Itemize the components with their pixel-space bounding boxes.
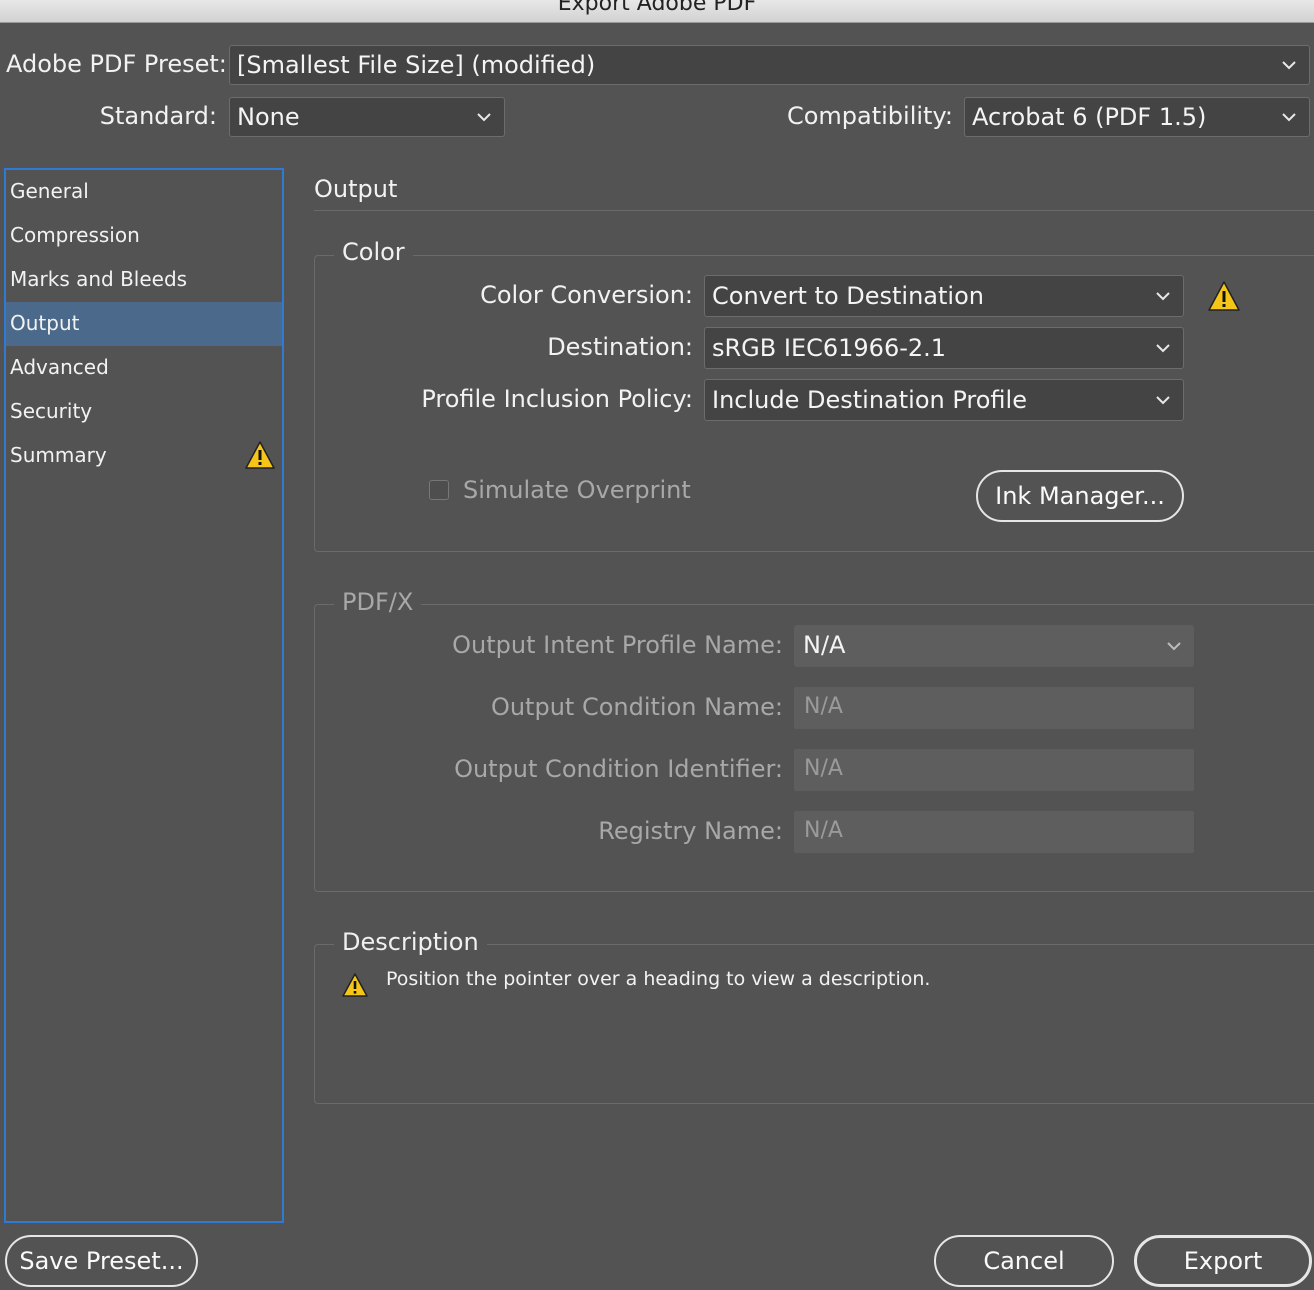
- title-divider: [314, 210, 1314, 211]
- ink-manager-button[interactable]: Ink Manager...: [976, 470, 1184, 522]
- destination-value: sRGB IEC61966-2.1: [712, 334, 947, 362]
- warning-icon: [1208, 281, 1240, 311]
- color-conversion-select[interactable]: Convert to Destination: [704, 275, 1184, 317]
- preset-value: [Smallest File Size] (modified): [237, 51, 596, 79]
- chevron-down-icon: [1282, 113, 1296, 122]
- cancel-button[interactable]: Cancel: [934, 1235, 1114, 1287]
- intent-profile-label: Output Intent Profile Name:: [452, 631, 783, 659]
- sidebar-item-output[interactable]: Output: [6, 302, 282, 346]
- registry-name-field[interactable]: N/A: [794, 811, 1194, 853]
- standard-value: None: [237, 103, 300, 131]
- standard-select[interactable]: None: [229, 97, 505, 137]
- chevron-down-icon: [477, 113, 491, 122]
- sidebar-item-general[interactable]: General: [6, 170, 282, 214]
- preset-select[interactable]: [Smallest File Size] (modified): [229, 45, 1310, 85]
- profile-policy-select[interactable]: Include Destination Profile: [704, 379, 1184, 421]
- chevron-down-icon: [1156, 292, 1170, 301]
- chevron-down-icon: [1156, 396, 1170, 405]
- condition-name-label: Output Condition Name:: [490, 693, 783, 721]
- color-conversion-label: Color Conversion:: [480, 281, 693, 309]
- color-legend: Color: [334, 238, 413, 266]
- simulate-overprint-checkbox[interactable]: [429, 480, 449, 500]
- description-text: Position the pointer over a heading to v…: [386, 968, 931, 990]
- window-title: Export Adobe PDF: [557, 0, 757, 16]
- registry-name-label: Registry Name:: [598, 817, 783, 845]
- destination-label: Destination:: [547, 333, 693, 361]
- condition-identifier-label: Output Condition Identifier:: [454, 755, 783, 783]
- compatibility-select[interactable]: Acrobat 6 (PDF 1.5): [964, 97, 1310, 137]
- warning-icon: [342, 973, 368, 997]
- description-legend: Description: [334, 928, 487, 956]
- sidebar-item-summary[interactable]: Summary: [6, 434, 282, 478]
- save-preset-button[interactable]: Save Preset...: [5, 1235, 198, 1287]
- compatibility-label: Compatibility:: [786, 102, 953, 130]
- pdfx-legend: PDF/X: [334, 588, 422, 616]
- simulate-overprint-label: Simulate Overprint: [463, 476, 691, 504]
- sidebar-item-marks-and-bleeds[interactable]: Marks and Bleeds: [6, 258, 282, 302]
- condition-name-field[interactable]: N/A: [794, 687, 1194, 729]
- compatibility-value: Acrobat 6 (PDF 1.5): [972, 103, 1207, 131]
- intent-profile-value: N/A: [803, 631, 846, 659]
- condition-identifier-field[interactable]: N/A: [794, 749, 1194, 791]
- chevron-down-icon: [1167, 642, 1181, 651]
- window-titlebar: Export Adobe PDF: [0, 0, 1314, 23]
- page-title: Output: [314, 175, 398, 203]
- profile-policy-label: Profile Inclusion Policy:: [421, 385, 693, 413]
- sidebar: General Compression Marks and Bleeds Out…: [4, 168, 284, 1223]
- export-button[interactable]: Export: [1134, 1235, 1312, 1287]
- preset-label: Adobe PDF Preset:: [6, 50, 227, 78]
- standard-label: Standard:: [99, 102, 217, 130]
- intent-profile-select[interactable]: N/A: [794, 625, 1194, 667]
- sidebar-item-advanced[interactable]: Advanced: [6, 346, 282, 390]
- profile-policy-value: Include Destination Profile: [712, 386, 1027, 414]
- sidebar-item-compression[interactable]: Compression: [6, 214, 282, 258]
- color-conversion-value: Convert to Destination: [712, 282, 984, 310]
- sidebar-item-label: Summary: [10, 443, 107, 467]
- warning-icon: [245, 441, 275, 469]
- destination-select[interactable]: sRGB IEC61966-2.1: [704, 327, 1184, 369]
- sidebar-item-security[interactable]: Security: [6, 390, 282, 434]
- chevron-down-icon: [1156, 344, 1170, 353]
- chevron-down-icon: [1282, 61, 1296, 70]
